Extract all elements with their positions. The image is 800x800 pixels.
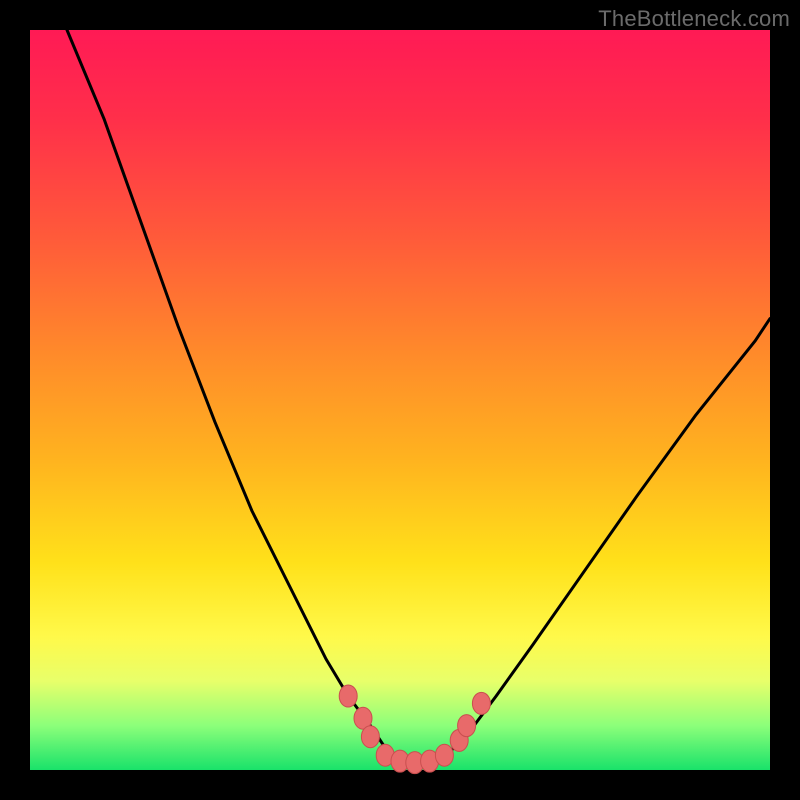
bottleneck-curve xyxy=(67,30,770,763)
chart-frame: TheBottleneck.com xyxy=(0,0,800,800)
sweet-spot-markers xyxy=(339,685,490,774)
marker-dot xyxy=(339,685,357,707)
marker-dot xyxy=(361,726,379,748)
marker-dot xyxy=(435,744,453,766)
marker-dot xyxy=(458,715,476,737)
curve-layer xyxy=(30,30,770,770)
marker-dot xyxy=(472,692,490,714)
watermark-text: TheBottleneck.com xyxy=(598,6,790,32)
plot-area xyxy=(30,30,770,770)
